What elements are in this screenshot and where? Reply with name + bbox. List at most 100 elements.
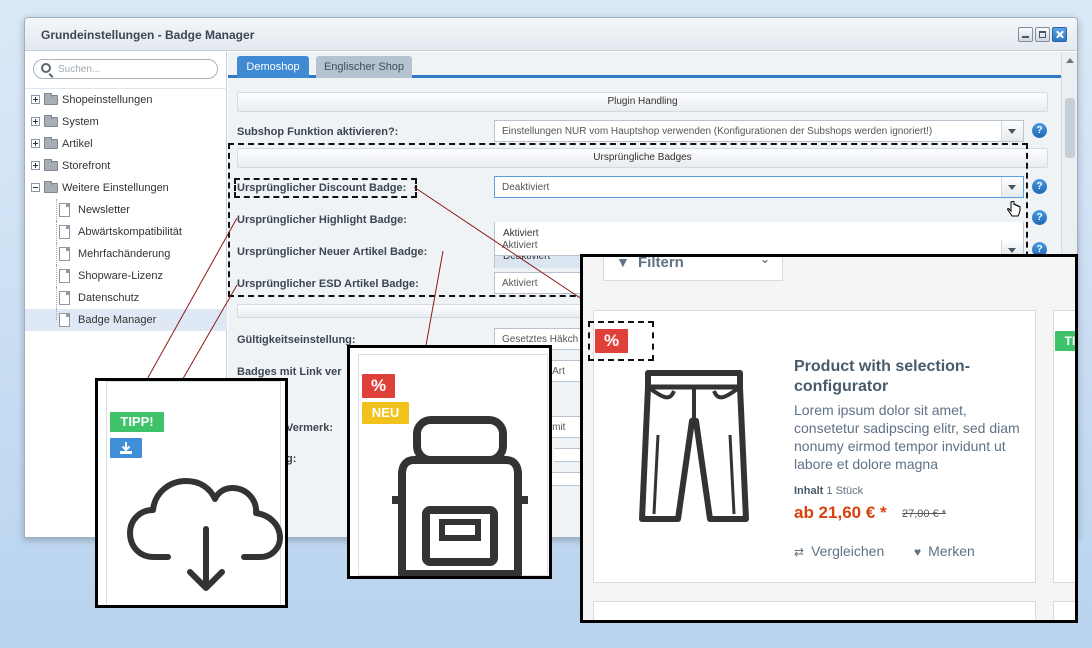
tipp-badge: TIPP! [110,412,164,432]
expand-icon[interactable] [31,117,40,126]
help-icon[interactable]: ? [1032,210,1047,225]
product-old-price: 27,00 € * [902,508,947,520]
tree-item-label: Weitere Einstellungen [62,182,169,194]
tab-demoshop[interactable]: Demoshop [237,56,309,78]
scroll-up-icon[interactable] [1066,58,1074,63]
tree-item-label: Badge Manager [78,314,157,326]
settings-tree: Shopeinstellungen System Artikel Storefr… [25,88,227,331]
product-price: ab 21,60 € * [794,503,887,522]
product-card[interactable]: % Product with selection-configurator Lo… [588,310,1036,583]
folder-icon [44,115,58,127]
tree-item-label: Mehrfachänderung [78,248,171,260]
product-title[interactable]: Product with selection-configurator [794,357,1024,397]
collapse-icon[interactable] [31,183,40,192]
tipp-badge-partial: TI [1055,331,1075,351]
backpack-icon [392,416,528,576]
download-badge-icon [120,442,132,454]
help-icon[interactable]: ? [1032,123,1047,138]
tree-item-system[interactable]: System [25,111,227,133]
tree-item-datenschutz[interactable]: Datenschutz [25,287,227,309]
tree-item-label: Newsletter [78,204,130,216]
document-icon [59,225,70,239]
compare-icon: ⇄ [794,545,805,559]
maximize-button[interactable] [1035,27,1050,42]
shop-tabbar: Demoshop Englischer Shop [228,52,1061,78]
cloud-download-icon [127,478,283,591]
help-icon[interactable]: ? [1032,179,1047,194]
document-icon [59,313,70,327]
folder-open-icon [44,181,58,193]
next-product-card[interactable]: TI [1053,310,1075,583]
tree-item-shopware-lizenz[interactable]: Shopware-Lizenz [25,265,227,287]
content-value: 1 Stück [826,485,864,497]
section-plugin-handling[interactable]: Plugin Handling [237,92,1048,112]
chevron-down-icon: ⌄ [759,254,770,266]
compare-label: Vergleichen [811,543,885,559]
window-title: Grundeinstellungen - Badge Manager [41,28,255,42]
tree-item-newsletter[interactable]: Newsletter [25,199,227,221]
storefront-preview: ▼ Filtern ⌄ % Product with selection-con… [580,254,1078,623]
subshop-label: Subshop Funktion aktivieren?: [237,126,399,138]
document-icon [59,291,70,305]
document-icon [59,247,70,261]
subshop-value: Einstellungen NUR vom Hauptshop verwende… [502,126,933,137]
product-discount-badge: % [595,329,628,353]
tree-item-label: Storefront [62,160,111,172]
chevron-down-icon[interactable] [1001,121,1023,141]
product-card-row2-side[interactable] [1053,601,1075,620]
callout-new-product: % NEU [347,345,552,579]
scroll-thumb[interactable] [1065,98,1075,158]
validity-value: Gesetztes Häkch [502,334,579,345]
tree-item-badge-manager[interactable]: Badge Manager [25,309,227,331]
discount-label-highlight [234,178,417,198]
minimize-button[interactable] [1018,27,1033,42]
wishlist-button[interactable]: ♥ Merken [914,543,975,559]
folder-icon [44,137,58,149]
tree-item-shopeinstellungen[interactable]: Shopeinstellungen [25,89,227,111]
product-description: Lorem ipsum dolor sit amet, consetetur s… [794,402,1020,472]
expand-icon[interactable] [31,161,40,170]
tree-item-mehrfachaenderung[interactable]: Mehrfachänderung [25,243,227,265]
search-input[interactable] [58,62,208,76]
window-titlebar[interactable]: Grundeinstellungen - Badge Manager [25,18,1077,51]
tree-item-label: Shopware-Lizenz [78,270,163,282]
discount-badge: % [362,374,395,398]
tree-item-label: Artikel [62,138,93,150]
search-icon [41,63,51,73]
tree-item-artikel[interactable]: Artikel [25,133,227,155]
content-label: Inhalt [794,485,824,497]
product-content: Inhalt 1 Stück [794,485,863,497]
tree-item-abwaertskompatibilitaet[interactable]: Abwärtskompatibilität [25,221,227,243]
download-badge [110,438,142,458]
tree-item-label: Abwärtskompatibilität [78,226,182,238]
tree-item-weitere-einstellungen[interactable]: Weitere Einstellungen [25,177,227,199]
folder-icon [44,93,58,105]
badge-link-label: Badges mit Link ver [237,366,342,378]
heart-icon: ♥ [914,545,922,559]
tree-item-label: System [62,116,99,128]
compare-button[interactable]: ⇄ Vergleichen [794,543,884,559]
trousers-icon [639,370,749,522]
callout-esd-product: TIPP! [95,378,288,608]
window-controls [1018,27,1067,42]
filter-label: Filtern [638,254,684,271]
tab-englischer-shop[interactable]: Englischer Shop [316,56,412,78]
vermerk-label: Vermerk: [286,422,334,434]
search-box [33,59,218,79]
document-icon [59,269,70,283]
section-collapsed[interactable] [237,304,587,318]
validity-label: Gültigkeitseinstellung: [237,334,356,346]
expand-icon[interactable] [31,139,40,148]
tree-item-storefront[interactable]: Storefront [25,155,227,177]
wishlist-label: Merken [928,543,975,559]
product-card-row2[interactable] [593,601,1036,620]
filter-button[interactable]: ▼ Filtern ⌄ [603,254,783,281]
filter-icon: ▼ [616,254,630,270]
document-icon [59,203,70,217]
tree-item-label: Shopeinstellungen [62,94,153,106]
tree-item-label: Datenschutz [78,292,140,304]
subshop-select[interactable]: Einstellungen NUR vom Hauptshop verwende… [494,120,1024,142]
folder-icon [44,159,58,171]
close-button[interactable] [1052,27,1067,42]
expand-icon[interactable] [31,95,40,104]
